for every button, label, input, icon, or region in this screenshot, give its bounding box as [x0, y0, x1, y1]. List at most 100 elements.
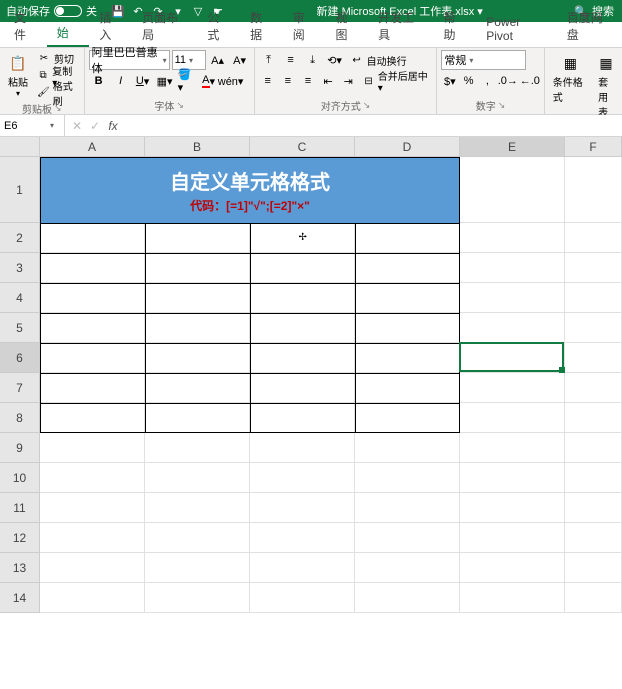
col-header-C[interactable]: C — [250, 137, 355, 157]
cell-C10[interactable] — [250, 463, 355, 493]
cell-E10[interactable] — [460, 463, 565, 493]
cell-E12[interactable] — [460, 523, 565, 553]
increase-font-icon[interactable]: A▴ — [208, 50, 228, 70]
cell-E2[interactable] — [460, 223, 565, 253]
italic-button[interactable]: I — [111, 71, 131, 91]
cell-F6[interactable] — [565, 343, 622, 373]
align-top-icon[interactable]: ⤒ — [259, 50, 279, 70]
cell-F11[interactable] — [565, 493, 622, 523]
align-right-icon[interactable]: ≡ — [299, 71, 317, 91]
cell-F7[interactable] — [565, 373, 622, 403]
tab-文件[interactable]: 文件 — [4, 5, 47, 47]
col-header-E[interactable]: E — [460, 137, 565, 157]
cell-D14[interactable] — [355, 583, 460, 613]
cell-E6[interactable] — [460, 343, 565, 373]
cell-F1[interactable] — [565, 157, 622, 223]
paste-button[interactable]: 📋 粘贴 ▾ — [4, 50, 32, 100]
cell-C12[interactable] — [250, 523, 355, 553]
row-header-1[interactable]: 1 — [0, 157, 40, 223]
indent-increase-icon[interactable]: ⇥ — [339, 71, 357, 91]
col-header-F[interactable]: F — [565, 137, 622, 157]
enter-icon[interactable]: ✓ — [87, 119, 103, 133]
col-header-A[interactable]: A — [40, 137, 145, 157]
cell-A12[interactable] — [40, 523, 145, 553]
row-header-3[interactable]: 3 — [0, 253, 40, 283]
row-header-4[interactable]: 4 — [0, 283, 40, 313]
tab-公式[interactable]: 公式 — [197, 5, 240, 47]
spreadsheet-grid[interactable]: ABCDEF 1234567891011121314 自定义单元格格式代码：[=… — [0, 137, 622, 689]
row-header-10[interactable]: 10 — [0, 463, 40, 493]
formula-input[interactable] — [125, 115, 622, 136]
cell-B14[interactable] — [145, 583, 250, 613]
dialog-launcher-icon[interactable]: ↘ — [176, 100, 184, 111]
cell-A9[interactable] — [40, 433, 145, 463]
row-header-6[interactable]: 6 — [0, 343, 40, 373]
name-box[interactable]: ▾ — [0, 115, 65, 136]
cell-C13[interactable] — [250, 553, 355, 583]
cell-E1[interactable] — [460, 157, 565, 223]
cell-B10[interactable] — [145, 463, 250, 493]
cell-E11[interactable] — [460, 493, 565, 523]
cell-E3[interactable] — [460, 253, 565, 283]
cell-F10[interactable] — [565, 463, 622, 493]
conditional-format-button[interactable]: ▦ 条件格式 — [549, 50, 592, 106]
cell-F12[interactable] — [565, 523, 622, 553]
cell-F14[interactable] — [565, 583, 622, 613]
cell-E14[interactable] — [460, 583, 565, 613]
cell-E8[interactable] — [460, 403, 565, 433]
decrease-decimal-icon[interactable]: ←.0 — [520, 71, 540, 91]
tab-审阅[interactable]: 审阅 — [283, 5, 326, 47]
dialog-launcher-icon[interactable]: ↘ — [363, 100, 371, 111]
cell-F8[interactable] — [565, 403, 622, 433]
cell-C11[interactable] — [250, 493, 355, 523]
align-middle-icon[interactable]: ≡ — [281, 50, 301, 70]
orientation-icon[interactable]: ⟲▾ — [325, 50, 345, 70]
tab-视图[interactable]: 视图 — [325, 5, 368, 47]
fill-color-button[interactable]: 🪣▾ — [177, 71, 197, 91]
cell-A13[interactable] — [40, 553, 145, 583]
tab-Power Pivot[interactable]: Power Pivot — [476, 11, 556, 47]
tab-百度网盘[interactable]: 百度网盘 — [557, 5, 622, 47]
font-size-combo[interactable]: 11▾ — [172, 50, 206, 70]
row-header-14[interactable]: 14 — [0, 583, 40, 613]
cell-B9[interactable] — [145, 433, 250, 463]
row-header-9[interactable]: 9 — [0, 433, 40, 463]
chevron-down-icon[interactable]: ▾ — [50, 121, 58, 130]
row-header-5[interactable]: 5 — [0, 313, 40, 343]
font-color-button[interactable]: A▾ — [199, 71, 219, 91]
font-name-combo[interactable]: 阿里巴巴普惠体▾ — [89, 50, 170, 70]
cell-F2[interactable] — [565, 223, 622, 253]
indent-decrease-icon[interactable]: ⇤ — [319, 71, 337, 91]
cell-A14[interactable] — [40, 583, 145, 613]
cell-D9[interactable] — [355, 433, 460, 463]
row-header-2[interactable]: 2 — [0, 223, 40, 253]
row-header-8[interactable]: 8 — [0, 403, 40, 433]
cell-F13[interactable] — [565, 553, 622, 583]
align-bottom-icon[interactable]: ⤓ — [303, 50, 323, 70]
fx-icon[interactable]: fx — [105, 119, 121, 133]
tab-插入[interactable]: 插入 — [89, 5, 132, 47]
increase-decimal-icon[interactable]: .0→ — [498, 71, 518, 91]
cell-D11[interactable] — [355, 493, 460, 523]
percent-icon[interactable]: % — [460, 71, 477, 91]
cell-F9[interactable] — [565, 433, 622, 463]
border-button[interactable]: ▦▾ — [155, 71, 175, 91]
cell-B13[interactable] — [145, 553, 250, 583]
cell-E4[interactable] — [460, 283, 565, 313]
cell-E13[interactable] — [460, 553, 565, 583]
col-header-B[interactable]: B — [145, 137, 250, 157]
cell-C14[interactable] — [250, 583, 355, 613]
tab-数据[interactable]: 数据 — [240, 5, 283, 47]
format-painter-button[interactable]: 🖌格式刷 — [34, 84, 80, 101]
merge-center-button[interactable]: ⊟合并后居中 ▾ — [359, 73, 432, 90]
cell-F5[interactable] — [565, 313, 622, 343]
cell-F3[interactable] — [565, 253, 622, 283]
cell-C9[interactable] — [250, 433, 355, 463]
cell-B11[interactable] — [145, 493, 250, 523]
cell-A11[interactable] — [40, 493, 145, 523]
align-left-icon[interactable]: ≡ — [259, 71, 277, 91]
row-header-11[interactable]: 11 — [0, 493, 40, 523]
cell-B12[interactable] — [145, 523, 250, 553]
dialog-launcher-icon[interactable]: ↘ — [498, 100, 506, 111]
tab-帮助[interactable]: 帮助 — [434, 5, 477, 47]
